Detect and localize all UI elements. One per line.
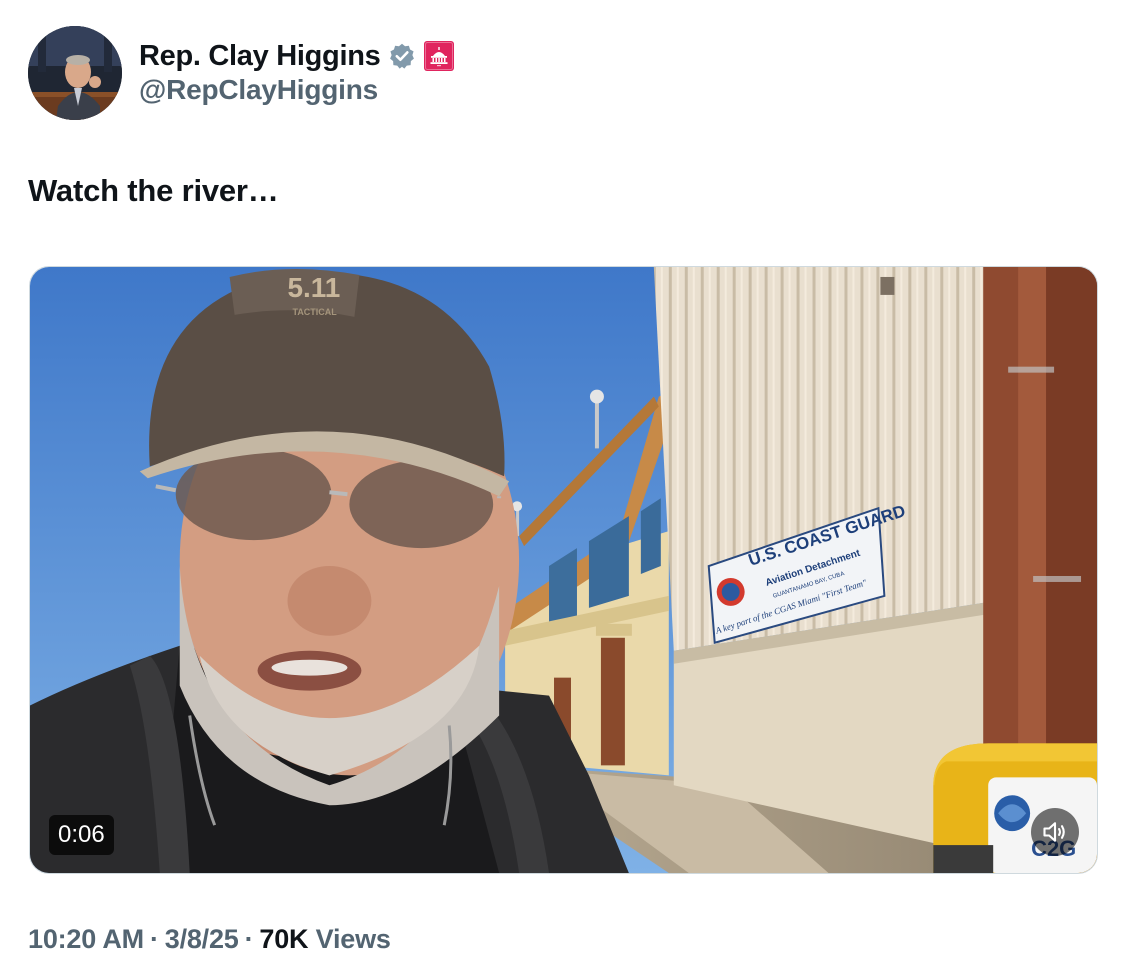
cap-logo-text: 5.11: [288, 272, 341, 303]
views-label: Views: [315, 924, 391, 954]
author-avatar[interactable]: [28, 26, 122, 120]
video-player[interactable]: U.S. COAST GUARD Aviation Detachment GUA…: [29, 266, 1098, 874]
avatar-image: [28, 26, 122, 120]
views-count[interactable]: 70K: [259, 924, 308, 954]
author-name-row: Rep. Clay Higgins: [139, 38, 455, 74]
video-duration-badge: 0:06: [49, 815, 114, 855]
tweet-date[interactable]: 3/8/25: [165, 924, 239, 954]
us-capitol-badge-icon: [424, 41, 455, 71]
author-handle[interactable]: @RepClayHiggins: [139, 74, 378, 106]
tweet-time[interactable]: 10:20 AM: [28, 924, 144, 954]
meta-separator: ·: [244, 924, 254, 954]
verified-badge-icon: [388, 42, 416, 70]
cap-logo-subtext: TACTICAL: [293, 307, 338, 317]
video-frame: U.S. COAST GUARD Aviation Detachment GUA…: [30, 267, 1097, 873]
tweet-metadata: 10:20 AM · 3/8/25 · 70K Views: [28, 924, 391, 955]
tweet-text: Watch the river…: [28, 173, 279, 208]
meta-separator: ·: [149, 924, 159, 954]
author-display-name[interactable]: Rep. Clay Higgins: [139, 40, 381, 73]
speaker-muted-icon: [1043, 822, 1065, 842]
mute-toggle-button[interactable]: [1031, 808, 1079, 856]
